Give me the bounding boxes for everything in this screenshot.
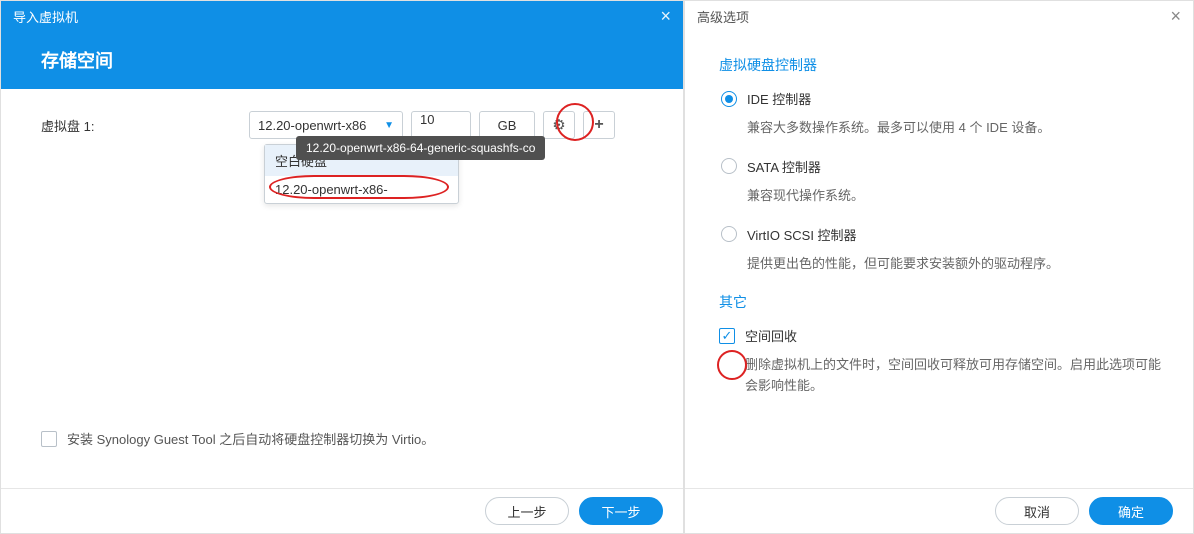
close-icon[interactable]: × bbox=[1170, 6, 1181, 27]
dialog-titlebar: 导入虚拟机 × bbox=[1, 1, 683, 31]
dialog-footer: 上一步 下一步 bbox=[1, 488, 683, 533]
controller-desc: 兼容现代操作系统。 bbox=[747, 186, 1165, 207]
dialog-body: 虚拟盘 1: 12.20-openwrt-x86 ▼ 10 GB ⚙ + 12.… bbox=[1, 89, 683, 488]
section-other-title: 其它 bbox=[719, 292, 1165, 312]
close-icon[interactable]: × bbox=[660, 6, 671, 27]
caret-down-icon: ▼ bbox=[384, 120, 394, 131]
radio-icon bbox=[721, 158, 737, 174]
dropdown-item[interactable]: 12.20-openwrt-x86- bbox=[265, 176, 458, 203]
controller-desc: 兼容大多数操作系统。最多可以使用 4 个 IDE 设备。 bbox=[747, 118, 1165, 139]
space-reclaim-checkbox[interactable]: ✓ bbox=[719, 328, 735, 344]
prev-button[interactable]: 上一步 bbox=[485, 497, 569, 525]
next-button[interactable]: 下一步 bbox=[579, 497, 663, 525]
controller-desc: 提供更出色的性能，但可能要求安装额外的驱动程序。 bbox=[747, 254, 1165, 275]
space-reclaim-label: 空间回收 bbox=[745, 326, 797, 345]
radio-icon bbox=[721, 91, 737, 107]
space-reclaim-option[interactable]: ✓ 空间回收 bbox=[719, 326, 1165, 345]
controller-option-ide[interactable]: IDE 控制器 bbox=[721, 89, 1165, 108]
guest-tool-checkbox[interactable] bbox=[41, 431, 57, 447]
disk-size-unit: GB bbox=[479, 111, 535, 139]
dialog-subtitle: 存储空间 bbox=[1, 31, 683, 89]
advanced-title: 高级选项 bbox=[697, 7, 749, 26]
advanced-body: 虚拟硬盘控制器 IDE 控制器 兼容大多数操作系统。最多可以使用 4 个 IDE… bbox=[685, 31, 1193, 488]
ok-button[interactable]: 确定 bbox=[1089, 497, 1173, 525]
controller-label: IDE 控制器 bbox=[747, 89, 811, 108]
controller-option-sata[interactable]: SATA 控制器 bbox=[721, 157, 1165, 176]
cancel-button[interactable]: 取消 bbox=[995, 497, 1079, 525]
disk-size-input[interactable]: 10 bbox=[411, 111, 471, 139]
guest-tool-option: 安装 Synology Guest Tool 之后自动将硬盘控制器切换为 Vir… bbox=[41, 429, 643, 448]
gear-icon[interactable]: ⚙ bbox=[543, 111, 575, 139]
virtual-disk-row: 虚拟盘 1: 12.20-openwrt-x86 ▼ 10 GB ⚙ + bbox=[41, 111, 643, 139]
advanced-titlebar: 高级选项 × bbox=[685, 1, 1193, 31]
advanced-options-dialog: 高级选项 × 虚拟硬盘控制器 IDE 控制器 兼容大多数操作系统。最多可以使用 … bbox=[684, 0, 1194, 534]
dialog-title: 导入虚拟机 bbox=[13, 7, 78, 26]
import-vm-dialog: 导入虚拟机 × 存储空间 虚拟盘 1: 12.20-openwrt-x86 ▼ … bbox=[0, 0, 684, 534]
disk-image-select[interactable]: 12.20-openwrt-x86 ▼ bbox=[249, 111, 403, 139]
disk-label: 虚拟盘 1: bbox=[41, 116, 241, 135]
disk-image-value: 12.20-openwrt-x86 bbox=[258, 118, 366, 133]
controller-label: VirtIO SCSI 控制器 bbox=[747, 225, 857, 244]
controller-label: SATA 控制器 bbox=[747, 157, 821, 176]
radio-icon bbox=[721, 226, 737, 242]
advanced-footer: 取消 确定 bbox=[685, 488, 1193, 533]
section-controller-title: 虚拟硬盘控制器 bbox=[719, 55, 1165, 75]
guest-tool-label: 安装 Synology Guest Tool 之后自动将硬盘控制器切换为 Vir… bbox=[67, 429, 434, 448]
plus-icon[interactable]: + bbox=[583, 111, 615, 139]
space-reclaim-desc: 删除虚拟机上的文件时，空间回收可释放可用存储空间。启用此选项可能会影响性能。 bbox=[745, 355, 1165, 397]
controller-option-virtio[interactable]: VirtIO SCSI 控制器 bbox=[721, 225, 1165, 244]
disk-image-tooltip: 12.20-openwrt-x86-64-generic-squashfs-co bbox=[296, 136, 545, 160]
